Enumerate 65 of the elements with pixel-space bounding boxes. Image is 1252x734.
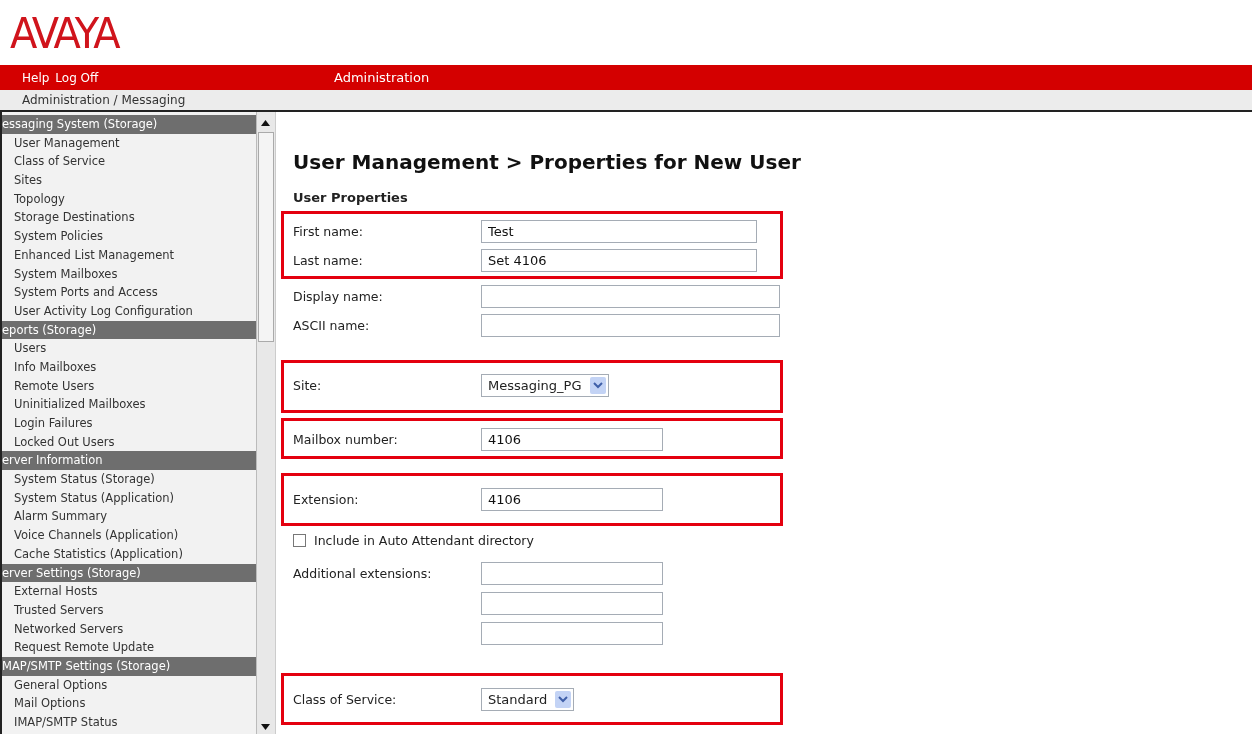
sidebar-item[interactable]: Storage Destinations (2, 208, 257, 228)
sidebar-item[interactable]: Networked Servers (2, 619, 257, 639)
nav-link[interactable]: Help (22, 70, 50, 85)
checkbox-label: Include in Auto Attendant directory (314, 532, 534, 548)
sidebar-item[interactable]: User Management (2, 133, 257, 153)
nav-link[interactable]: Log Off (55, 70, 99, 85)
sidebar-section-header: erver Settings (Storage) (2, 563, 257, 583)
sidebar-item[interactable]: Locked Out Users (2, 432, 257, 452)
field-label: Mailbox number: (293, 432, 399, 447)
sidebar-item[interactable]: Cache Statistics (Application) (2, 544, 257, 564)
text-field[interactable] (481, 591, 663, 615)
text-field[interactable] (481, 285, 780, 308)
sidebar-item[interactable]: IMAP/SMTP Status (2, 713, 257, 732)
sidebar-section-header: MAP/SMTP Settings (Storage) (2, 656, 257, 676)
sidebar-section-header: erver Information (2, 451, 257, 471)
sidebar-item[interactable]: Mail Options (2, 694, 257, 713)
text-field[interactable]: Set 4106 (481, 249, 757, 272)
sidebar-item[interactable]: Uninitialized Mailboxes (2, 395, 257, 414)
logo: AVAYA (10, 8, 118, 57)
sidebar-item[interactable]: Users (2, 339, 257, 358)
field-label: Extension: (293, 492, 360, 507)
sidebar-item[interactable]: System Status (Storage) (2, 470, 257, 489)
sidebar-item[interactable]: User Activity Log Configuration (2, 301, 257, 321)
section-title: User Properties (293, 190, 408, 205)
sidebar-item[interactable]: General Options (2, 675, 257, 695)
breadcrumb: Administration / Messaging (22, 93, 186, 107)
field-label: Class of Service: (293, 692, 398, 707)
sidebar-item[interactable]: Class of Service (2, 152, 257, 172)
sidebar-item[interactable]: System Mailboxes (2, 264, 257, 284)
sidebar-item[interactable]: Request Remote Update (2, 638, 257, 657)
sidebar-item[interactable]: External Hosts (2, 582, 257, 601)
sidebar-item[interactable]: Voice Channels (Application) (2, 526, 257, 545)
scroll-down-icon[interactable] (261, 724, 271, 730)
app-title: Administration (334, 70, 430, 85)
page-title: User Management > Properties for New User (293, 150, 801, 174)
sidebar-item[interactable]: Sites (2, 171, 257, 190)
text-field[interactable] (481, 562, 663, 585)
text-field[interactable] (481, 314, 780, 337)
text-field[interactable] (481, 621, 663, 645)
sidebar-item[interactable]: System Status (Application) (2, 488, 257, 508)
sidebar-item[interactable]: System Ports and Access (2, 283, 257, 302)
sidebar-item[interactable]: Info Mailboxes (2, 357, 257, 377)
text-field[interactable]: Test (481, 220, 757, 243)
field-label: First name: (293, 224, 364, 239)
sidebar-item[interactable]: Trusted Servers (2, 600, 257, 620)
field-label: ASCII name: (293, 318, 371, 333)
field-label: Additional extensions: (293, 566, 433, 581)
field-label: Display name: (293, 289, 384, 304)
sidebar-item[interactable]: Alarm Summary (2, 507, 257, 527)
text-field[interactable]: 4106 (481, 488, 663, 511)
checkbox[interactable] (293, 533, 306, 547)
sidebar-section-header: eports (Storage) (2, 320, 257, 340)
sidebar-item[interactable]: Topology (2, 189, 257, 209)
field-label: Last name: (293, 253, 364, 268)
sidebar-item[interactable]: Login Failures (2, 414, 257, 433)
field-label: Site: (293, 378, 323, 393)
dropdown[interactable]: Messaging_PG (481, 374, 609, 397)
sidebar-section-header: essaging System (Storage) (2, 115, 257, 134)
scrollbar[interactable] (256, 112, 275, 734)
sidebar-item[interactable]: Enhanced List Management (2, 245, 257, 265)
sidebar-item[interactable]: Remote Users (2, 376, 257, 396)
sidebar-item[interactable]: System Policies (2, 227, 257, 246)
dropdown[interactable]: Standard (481, 688, 575, 711)
text-field[interactable]: 4106 (481, 428, 663, 451)
scroll-up-icon[interactable] (261, 120, 271, 126)
